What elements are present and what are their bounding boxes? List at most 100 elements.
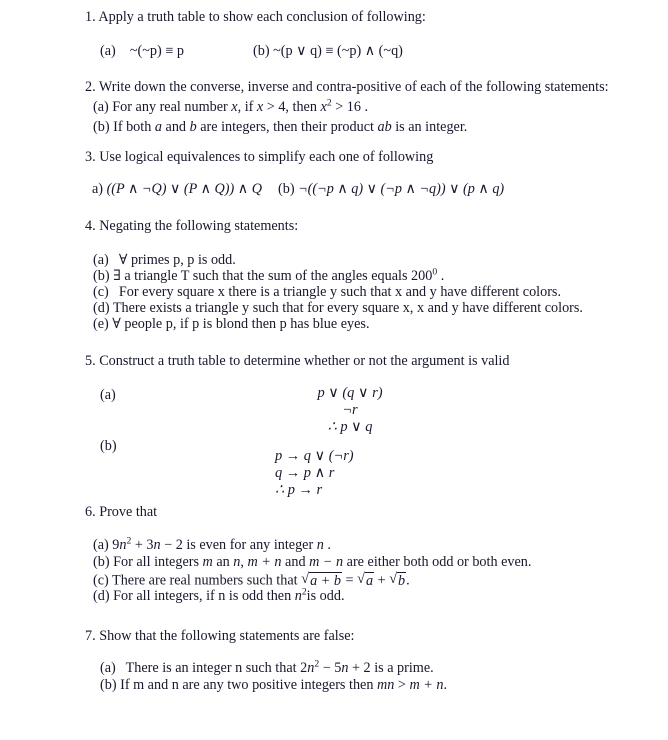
text: For all integers bbox=[113, 554, 203, 570]
question-6-part-d: (d) For all integers, if n is odd then n… bbox=[93, 587, 345, 604]
text: is an integer. bbox=[391, 119, 468, 135]
text: . bbox=[437, 268, 445, 284]
text: − 2 bbox=[160, 537, 183, 553]
question-4-part-a: (a) ∀ primes p, p is odd. bbox=[93, 252, 236, 268]
text: For any real number bbox=[112, 99, 232, 115]
question-7-part-a: (a) There is an integer n such that 2n2 … bbox=[100, 659, 434, 676]
question-1-heading: 1. Apply a truth table to show each conc… bbox=[85, 9, 426, 25]
text: For all integers, if n is odd then bbox=[113, 588, 295, 604]
question-3-part-a-text: ((P ∧ ¬Q) ∨ (P ∧ Q)) ∧ Q bbox=[106, 181, 262, 197]
question-1-part-a-label: (a) bbox=[100, 43, 116, 59]
text: If m and n are any two positive integers… bbox=[120, 677, 377, 693]
question-5-part-a-premise-1: p ∨ (q ∨ r) bbox=[317, 385, 383, 401]
text: ∃ a triangle T such that the sum of the … bbox=[113, 268, 412, 284]
text: and bbox=[281, 554, 310, 570]
text: is odd. bbox=[306, 588, 345, 604]
question-2-part-a: (a) For any real number x, if x > 4, the… bbox=[93, 98, 369, 115]
text: , if bbox=[237, 99, 257, 115]
question-6-part-a-label: (a) bbox=[93, 537, 109, 553]
variable-n: n bbox=[316, 537, 324, 553]
question-5-part-b-label: (b) bbox=[100, 438, 117, 454]
angle-value: 200 bbox=[411, 268, 433, 284]
question-4-part-b-label: (b) bbox=[93, 268, 110, 284]
question-5-part-a-label: (a) bbox=[100, 387, 116, 403]
radicand: a bbox=[364, 571, 375, 589]
relation: > 4, bbox=[263, 99, 289, 115]
question-3-part-a: a) ((P ∧ ¬Q) ∨ (P ∧ Q)) ∧ Q bbox=[92, 181, 262, 197]
text: then bbox=[288, 99, 321, 115]
question-5-part-a-conclusion: ∴ p ∨ q bbox=[327, 419, 373, 435]
text: are integers, then their product bbox=[196, 119, 378, 135]
question-3-part-b: (b) ¬((¬p ∧ q) ∨ (¬p ∧ ¬q)) ∨ (p ∧ q) bbox=[278, 181, 504, 197]
question-6-part-c: (c) There are real numbers such that a +… bbox=[93, 571, 410, 589]
question-7-part-a-label: (a) bbox=[100, 660, 116, 676]
worksheet-page: 1. Apply a truth table to show each conc… bbox=[0, 0, 668, 740]
question-4-heading: 4. Negating the following statements: bbox=[85, 218, 299, 234]
radicand: a + b bbox=[309, 571, 342, 589]
question-4-part-d-label: (d) bbox=[93, 300, 110, 316]
question-3-heading: 3. Use logical equivalences to simplify … bbox=[85, 149, 434, 165]
question-4-part-c-text: For every square x there is a triangle y… bbox=[118, 284, 562, 300]
text: and bbox=[161, 119, 190, 135]
question-5-part-b-premise-2: q → p ∧ r bbox=[275, 465, 335, 481]
variable-n: n bbox=[294, 588, 302, 604]
question-4-part-a-label: (a) bbox=[93, 252, 109, 268]
text: . bbox=[406, 572, 410, 589]
expression-mn: mn bbox=[376, 677, 395, 693]
question-4-part-b: (b) ∃ a triangle T such that the sum of … bbox=[93, 267, 445, 284]
question-1-part-a: (a) ~(~p) ≡ p bbox=[100, 43, 184, 59]
question-4-part-a-text: ∀ primes p, p is odd. bbox=[118, 252, 236, 268]
question-7-heading: 7. Show that the following statements ar… bbox=[85, 628, 355, 644]
question-4-part-d: (d) There exists a triangle y such that … bbox=[93, 300, 583, 316]
radicand: b bbox=[397, 571, 407, 589]
expression-m-plus-n: m + n bbox=[247, 554, 282, 570]
text: an bbox=[212, 554, 234, 570]
question-6-heading: 6. Prove that bbox=[85, 504, 158, 520]
question-3-part-b-label: (b) bbox=[278, 181, 295, 197]
question-7-part-b: (b) If m and n are any two positive inte… bbox=[100, 677, 447, 693]
text: + 3 bbox=[131, 537, 154, 553]
question-7-part-b-label: (b) bbox=[100, 677, 117, 693]
text: . bbox=[323, 537, 331, 553]
text: If both bbox=[113, 119, 155, 135]
expression-m-minus-n: m − n bbox=[309, 554, 344, 570]
question-5-heading: 5. Construct a truth table to determine … bbox=[85, 353, 510, 369]
question-4-part-d-text: There exists a triangle y such that for … bbox=[112, 300, 583, 316]
text: . bbox=[443, 677, 447, 693]
question-2-part-a-label: (a) bbox=[93, 99, 109, 115]
text: + 2 bbox=[348, 660, 371, 676]
question-4-part-c-label: (c) bbox=[93, 284, 109, 300]
question-5-part-b-premise-1: p → q ∨ (¬r) bbox=[275, 448, 354, 464]
question-6-part-b-label: (b) bbox=[93, 554, 110, 570]
question-6-part-b: (b) For all integers m an n, m + n and m… bbox=[93, 554, 531, 570]
question-4-part-e-text: ∀ people p, if p is blond then p has blu… bbox=[112, 316, 370, 332]
question-2-part-b-label: (b) bbox=[93, 119, 110, 135]
question-3-part-b-text: ¬((¬p ∧ q) ∨ (¬p ∧ ¬q)) ∨ (p ∧ q) bbox=[298, 181, 505, 197]
variable-n: n bbox=[153, 537, 161, 553]
variable-m: m bbox=[202, 554, 213, 570]
question-5-part-b-conclusion: ∴ p → r bbox=[275, 482, 323, 498]
question-4-part-e-label: (e) bbox=[93, 316, 109, 332]
variable-a: a bbox=[154, 119, 162, 135]
question-2-part-b: (b) If both a and b are integers, then t… bbox=[93, 119, 467, 135]
sqrt-b: b bbox=[389, 571, 407, 589]
text: is even for any integer bbox=[182, 537, 317, 553]
plus: + bbox=[374, 572, 390, 589]
greater-than: > bbox=[394, 677, 410, 693]
expression-m-plus-n: m + n bbox=[409, 677, 444, 693]
relation: > 16 . bbox=[331, 99, 369, 115]
equals: = bbox=[341, 572, 358, 589]
variable-b: b bbox=[189, 119, 197, 135]
text: − 5 bbox=[319, 660, 342, 676]
question-6-part-d-label: (d) bbox=[93, 588, 110, 604]
question-1-part-b-label: (b) bbox=[253, 43, 270, 59]
text: There are real numbers such that bbox=[112, 572, 302, 589]
text: are either both odd or both even. bbox=[343, 554, 532, 570]
question-5-part-a-premise-2: ¬r bbox=[342, 402, 358, 418]
question-1-part-b-text: ~(p ∨ q) ≡ (~p) ∧ (~q) bbox=[273, 43, 403, 59]
question-6-part-c-label: (c) bbox=[93, 572, 109, 589]
text: There is an integer n such that bbox=[125, 660, 301, 676]
product-ab: ab bbox=[377, 119, 392, 135]
question-2-heading: 2. Write down the converse, inverse and … bbox=[85, 79, 609, 95]
question-1-part-b: (b) ~(p ∨ q) ≡ (~p) ∧ (~q) bbox=[253, 43, 403, 59]
